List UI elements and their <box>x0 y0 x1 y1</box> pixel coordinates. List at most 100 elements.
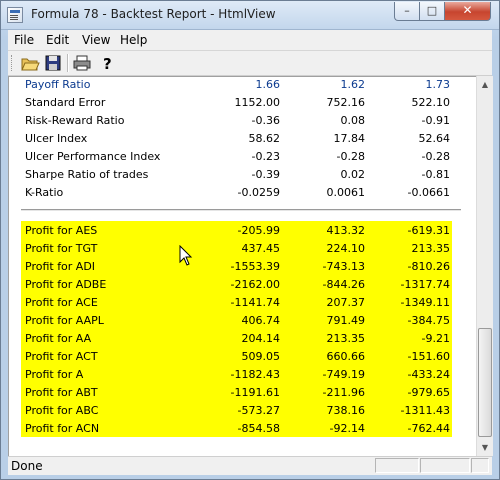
cell-value: -92.14 <box>329 421 365 435</box>
report-view[interactable]: Payoff Ratio 1.66 1.62 1.73 Standard Err… <box>8 76 476 456</box>
row-label: Profit for AES <box>25 223 98 237</box>
menu-view[interactable]: View <box>82 33 110 47</box>
cell-value: 752.16 <box>326 95 366 109</box>
row-label: Ulcer Index <box>25 131 88 145</box>
table-row: Ulcer Index 58.62 17.84 52.64 <box>21 129 452 147</box>
status-panel <box>471 458 489 473</box>
svg-text:?: ? <box>103 55 112 73</box>
row-label: Ulcer Performance Index <box>25 149 161 163</box>
title-bar[interactable]: Formula 78 - Backtest Report - HtmlView … <box>1 1 499 30</box>
cell-value: 58.62 <box>248 131 281 145</box>
cell-value: -1141.74 <box>230 295 280 309</box>
cell-value: 1.62 <box>340 77 366 91</box>
row-label: Profit for ADBE <box>25 277 107 291</box>
printer-icon[interactable] <box>72 53 92 73</box>
cell-value: -844.26 <box>322 277 365 291</box>
cell-value: 224.10 <box>326 241 366 255</box>
toolbar-separator <box>67 54 69 72</box>
close-button[interactable]: ✕ <box>444 2 491 21</box>
cell-value: 791.49 <box>326 313 366 327</box>
row-label: Sharpe Ratio of trades <box>25 167 149 181</box>
cell-value: -384.75 <box>407 313 450 327</box>
table-row: Standard Error 1152.00 752.16 522.10 <box>21 93 452 111</box>
table-row: Profit for ABT -1191.61 -211.96 -979.65 <box>21 383 452 401</box>
cell-value: 207.37 <box>326 295 366 309</box>
maximize-button[interactable]: □ <box>419 2 445 21</box>
window-title: Formula 78 - Backtest Report - HtmlView <box>31 7 276 21</box>
table-row: Profit for ABC -573.27 738.16 -1311.43 <box>21 401 452 419</box>
table-row: Risk-Reward Ratio -0.36 0.08 -0.91 <box>21 111 452 129</box>
row-label: Standard Error <box>25 95 106 109</box>
menu-help[interactable]: Help <box>120 33 147 47</box>
cell-value: -762.44 <box>407 421 450 435</box>
row-label: Profit for ACT <box>25 349 98 363</box>
toolbar-grip[interactable] <box>11 55 15 71</box>
table-row: Profit for TGT 437.45 224.10 213.35 <box>21 239 452 257</box>
stats-table: Payoff Ratio 1.66 1.62 1.73 Standard Err… <box>21 77 452 201</box>
cell-value: 0.02 <box>340 167 366 181</box>
scroll-up-arrow-icon[interactable]: ▲ <box>477 76 493 93</box>
row-label: Profit for ABT <box>25 385 98 399</box>
section-divider <box>21 209 461 211</box>
cell-value: -810.26 <box>407 259 450 273</box>
menu-bar: File Edit View Help <box>8 30 492 51</box>
cell-value: -151.60 <box>407 349 450 363</box>
cell-value: 437.45 <box>241 241 281 255</box>
help-question-icon[interactable]: ? <box>97 53 117 73</box>
toolbar: ? <box>8 51 492 76</box>
cell-value: -573.27 <box>237 403 280 417</box>
status-text: Done <box>11 459 43 473</box>
table-row: Profit for ADBE -2162.00 -844.26 -1317.7… <box>21 275 452 293</box>
table-row: Profit for ACE -1141.74 207.37 -1349.11 <box>21 293 452 311</box>
cell-value: -979.65 <box>407 385 450 399</box>
save-disk-icon[interactable] <box>43 53 63 73</box>
table-row: Sharpe Ratio of trades -0.39 0.02 -0.81 <box>21 165 452 183</box>
row-label: Payoff Ratio <box>25 77 91 91</box>
cell-value: -0.28 <box>421 149 450 163</box>
scroll-down-arrow-icon[interactable]: ▼ <box>477 439 493 456</box>
cell-value: -854.58 <box>237 421 280 435</box>
table-row: Profit for A -1182.43 -749.19 -433.24 <box>21 365 452 383</box>
table-row: Profit for ACN -854.58 -92.14 -762.44 <box>21 419 452 437</box>
row-label: Profit for A <box>25 367 84 381</box>
scrollbar-thumb[interactable] <box>478 328 492 437</box>
status-panel <box>375 458 419 473</box>
cell-value: 204.14 <box>241 331 281 345</box>
vertical-scrollbar[interactable]: ▲ ▼ <box>476 76 493 456</box>
cell-value: 213.35 <box>411 241 451 255</box>
cell-value: -9.21 <box>421 331 450 345</box>
cell-value: 660.66 <box>326 349 366 363</box>
cell-value: -1311.43 <box>400 403 450 417</box>
row-label: Profit for ACN <box>25 421 100 435</box>
cell-value: 52.64 <box>418 131 451 145</box>
status-panel <box>420 458 470 473</box>
cell-value: -0.91 <box>421 113 450 127</box>
cell-value: -0.23 <box>251 149 280 163</box>
cell-value: -0.28 <box>336 149 365 163</box>
cell-value: -619.31 <box>407 223 450 237</box>
cell-value: -433.24 <box>407 367 450 381</box>
cell-value: 1.73 <box>425 77 451 91</box>
cell-value: -0.39 <box>251 167 280 181</box>
menu-edit[interactable]: Edit <box>46 33 69 47</box>
table-row: K-Ratio -0.0259 0.0061 -0.0661 <box>21 183 452 201</box>
cell-value: -1349.11 <box>400 295 450 309</box>
cell-value: -205.99 <box>237 223 280 237</box>
row-label: Profit for ADI <box>25 259 96 273</box>
row-label: Profit for TGT <box>25 241 98 255</box>
cell-value: -0.81 <box>421 167 450 181</box>
mouse-pointer-icon <box>179 245 193 266</box>
app-window: Formula 78 - Backtest Report - HtmlView … <box>0 0 500 480</box>
minimize-button[interactable]: – <box>394 2 420 21</box>
cell-value: 509.05 <box>241 349 281 363</box>
cell-value: 0.0061 <box>326 185 366 199</box>
menu-file[interactable]: File <box>14 33 34 47</box>
table-row: Profit for AA 204.14 213.35 -9.21 <box>21 329 452 347</box>
table-row: Profit for AES -205.99 413.32 -619.31 <box>21 221 452 239</box>
open-folder-icon[interactable] <box>20 53 40 73</box>
cell-value: 0.08 <box>340 113 366 127</box>
cell-value: -1553.39 <box>230 259 280 273</box>
cell-value: 406.74 <box>241 313 281 327</box>
cell-value: 738.16 <box>326 403 366 417</box>
status-bar: Done <box>8 456 492 475</box>
